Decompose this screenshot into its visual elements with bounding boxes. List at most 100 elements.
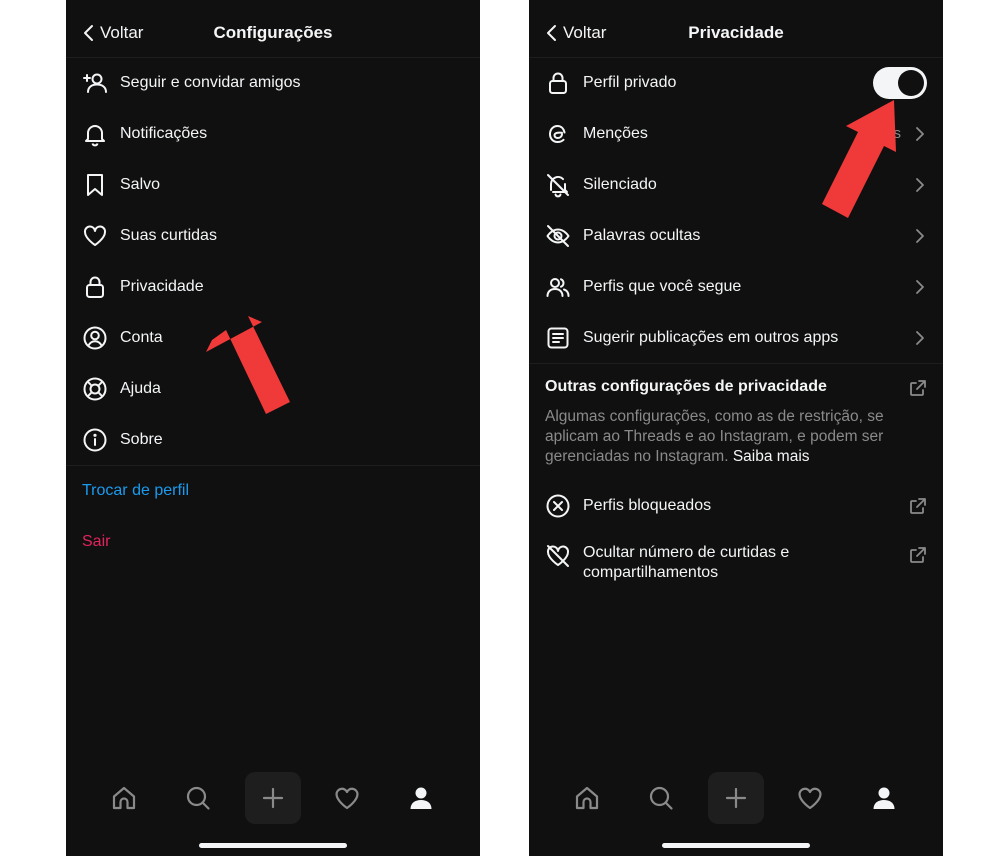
menu-item-label: Sugerir publicações em outros apps	[583, 328, 839, 346]
heart-icon	[798, 787, 822, 810]
external-link-icon	[910, 497, 926, 514]
add-person-icon	[81, 69, 109, 97]
threads-at-icon	[544, 120, 572, 148]
menu-item-muted[interactable]: Silenciado	[529, 159, 943, 210]
hide-likes-line2: compartilhamentos	[583, 564, 719, 581]
search-icon	[186, 786, 210, 810]
menu-item-about[interactable]: Sobre	[66, 414, 480, 465]
menu-item-help[interactable]: Ajuda	[66, 363, 480, 414]
menu-item-label: Silenciado	[583, 175, 657, 193]
tab-new-post[interactable]	[245, 772, 301, 824]
learn-more-link[interactable]: Saiba mais	[733, 448, 810, 465]
menu-item-blocked-profiles[interactable]: Perfis bloqueados	[529, 480, 943, 531]
heart-icon	[81, 222, 109, 250]
people-icon	[544, 273, 572, 301]
lock-icon	[544, 69, 572, 97]
external-link-icon[interactable]	[909, 379, 927, 397]
menu-item-label: Conta	[120, 328, 163, 346]
menu-item-account[interactable]: Conta	[66, 312, 480, 363]
chevron-right-icon	[916, 330, 924, 345]
settings-screen: Voltar Configurações Seguir e convidar a…	[66, 0, 480, 856]
tab-home[interactable]	[559, 772, 615, 824]
search-icon	[649, 786, 673, 810]
back-button[interactable]: Voltar	[82, 23, 143, 43]
chevron-right-icon	[916, 279, 924, 294]
tab-bar	[529, 772, 943, 824]
hide-likes-line1: Ocultar número de curtidas e	[583, 544, 790, 561]
home-icon	[575, 786, 599, 810]
divider	[529, 363, 943, 364]
lifebuoy-icon	[81, 375, 109, 403]
external-link-icon	[909, 546, 927, 564]
menu-item-label: Sobre	[120, 430, 163, 448]
tab-profile[interactable]	[856, 772, 912, 824]
menu-item-suggest-posts[interactable]: Sugerir publicações em outros apps	[529, 312, 943, 363]
header: Voltar Privacidade	[529, 14, 943, 54]
menu-item-likes[interactable]: Suas curtidas	[66, 210, 480, 261]
other-settings-description: Algumas configurações, como as de restri…	[545, 407, 927, 467]
tab-profile[interactable]	[393, 772, 449, 824]
blocked-icon	[544, 492, 572, 520]
menu-item-label: Ajuda	[120, 379, 161, 397]
tab-new-post[interactable]	[708, 772, 764, 824]
menu-item-hidden-words[interactable]: Palavras ocultas	[529, 210, 943, 261]
menu-item-label: Menções	[583, 124, 648, 142]
description-text: Algumas configurações, como as de restri…	[545, 408, 884, 465]
page-title: Configurações	[213, 23, 333, 42]
other-settings-title: Outras configurações de privacidade	[545, 378, 827, 395]
privacy-screen: Voltar Privacidade Perfil privado Mençõe…	[529, 0, 943, 856]
hide-likes-label: Ocultar número de curtidas e compartilha…	[583, 543, 789, 583]
header: Voltar Configurações	[66, 14, 480, 54]
toggle-knob	[898, 70, 924, 96]
heart-off-icon	[544, 542, 572, 570]
menu-item-notifications[interactable]: Notificações	[66, 108, 480, 159]
profile-icon	[410, 787, 432, 809]
private-profile-toggle[interactable]	[873, 67, 927, 99]
page-title: Privacidade	[688, 23, 784, 42]
eye-off-icon	[544, 222, 572, 250]
home-indicator	[199, 843, 347, 848]
menu-item-label: Perfis que você segue	[583, 277, 742, 295]
menu-item-label: Privacidade	[120, 277, 204, 295]
menu-item-following-profiles[interactable]: Perfis que você segue	[529, 261, 943, 312]
bookmark-icon	[81, 171, 109, 199]
profile-icon	[873, 787, 895, 809]
bell-off-icon	[544, 171, 572, 199]
tab-activity[interactable]	[319, 772, 375, 824]
document-icon	[544, 324, 572, 352]
menu-item-saved[interactable]: Salvo	[66, 159, 480, 210]
home-icon	[112, 786, 136, 810]
switch-profile-link[interactable]: Trocar de perfil	[82, 482, 189, 500]
menu-item-label: Perfis bloqueados	[583, 496, 712, 514]
plus-icon	[725, 787, 747, 809]
tab-activity[interactable]	[782, 772, 838, 824]
logout-link[interactable]: Sair	[82, 533, 110, 551]
chevron-left-icon	[84, 25, 93, 41]
menu-item-label: Seguir e convidar amigos	[120, 73, 301, 91]
tab-search[interactable]	[170, 772, 226, 824]
menu-item-label: Salvo	[120, 175, 161, 193]
tab-bar	[66, 772, 480, 824]
chevron-left-icon	[547, 25, 556, 41]
chevron-right-icon	[916, 177, 924, 192]
divider	[66, 465, 480, 466]
lock-icon	[81, 273, 109, 301]
menu-item-label: Suas curtidas	[120, 226, 217, 244]
account-icon	[81, 324, 109, 352]
tab-search[interactable]	[633, 772, 689, 824]
menu-item-follow-invite[interactable]: Seguir e convidar amigos	[66, 57, 480, 108]
menu-item-mentions[interactable]: Menções s	[529, 108, 943, 159]
back-label: Voltar	[100, 23, 144, 42]
info-icon	[81, 426, 109, 454]
menu-item-label: Notificações	[120, 124, 208, 142]
heart-icon	[335, 787, 359, 810]
menu-item-privacy[interactable]: Privacidade	[66, 261, 480, 312]
private-profile-label: Perfil privado	[583, 73, 677, 91]
menu-item-label: Palavras ocultas	[583, 226, 701, 244]
home-indicator	[662, 843, 810, 848]
back-button[interactable]: Voltar	[545, 23, 606, 43]
tab-home[interactable]	[96, 772, 152, 824]
chevron-right-icon	[916, 228, 924, 243]
mentions-value: s	[893, 125, 902, 142]
back-label: Voltar	[563, 23, 607, 42]
